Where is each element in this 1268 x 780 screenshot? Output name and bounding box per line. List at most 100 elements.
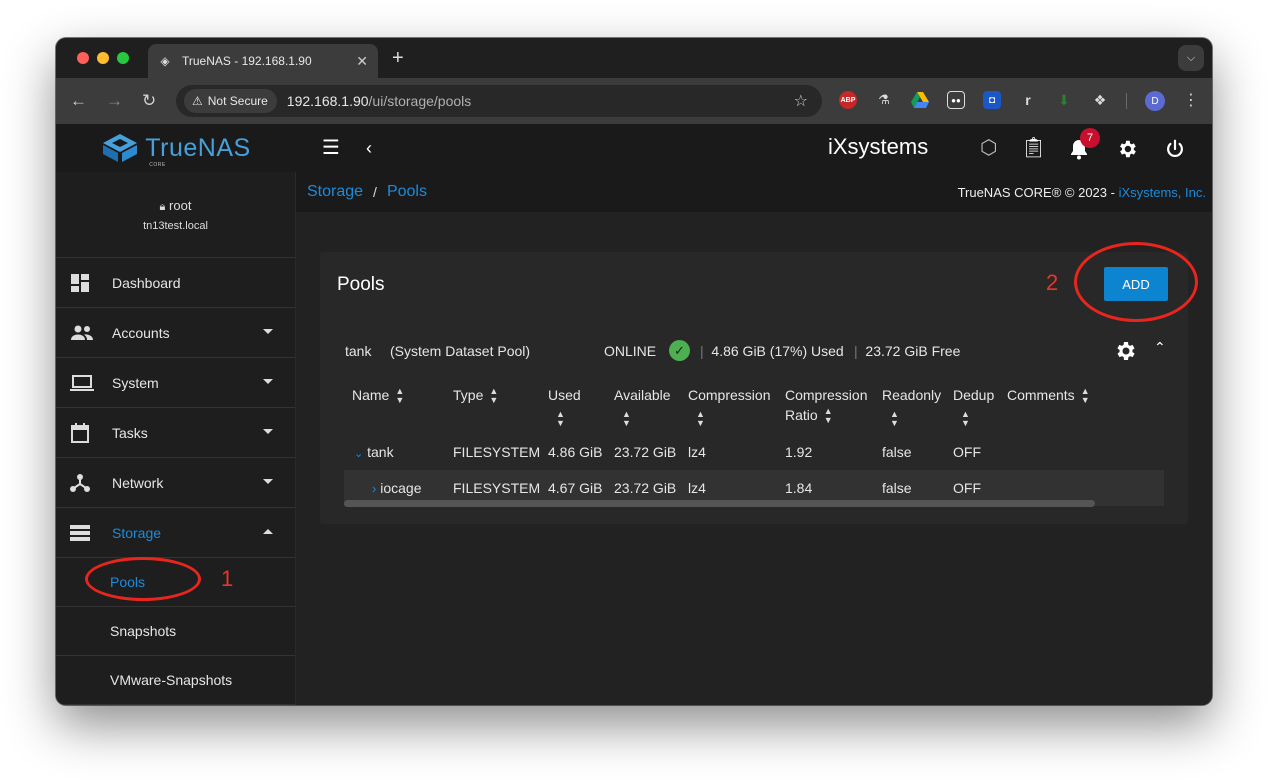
tab-title: TrueNAS - 192.168.1.90 xyxy=(182,54,312,68)
chevron-up-icon[interactable]: ⌃ xyxy=(1154,339,1166,356)
maximize-window-button[interactable] xyxy=(117,52,129,64)
sidebar-item-network[interactable]: Network xyxy=(56,458,295,508)
table-row[interactable]: ⌄ tank FILESYSTEM 4.86 GiB 23.72 GiB lz4… xyxy=(344,434,1164,470)
sidebar: 🔒︎ root tn13test.local Dashboard Account… xyxy=(56,172,296,705)
address-bar[interactable]: ⚠ Not Secure 192.168.1.90/ui/storage/poo… xyxy=(176,85,822,117)
chevron-down-icon xyxy=(263,479,273,484)
sort-icon: ▲ ▼ xyxy=(556,409,565,428)
forward-arrow-icon[interactable]: → xyxy=(106,90,123,112)
column-label-line2: Ratio xyxy=(785,407,818,423)
column-header-name[interactable]: Name ▲ ▼ xyxy=(352,385,404,405)
column-header-compression-ratio[interactable]: Compression Ratio ▲ ▼ xyxy=(785,385,867,425)
cell-available: 23.72 GiB xyxy=(614,444,677,460)
profile-avatar[interactable]: D xyxy=(1145,91,1165,111)
puzzle-extensions-icon[interactable]: ❖ xyxy=(1091,91,1109,109)
row-expand-chevron-right-icon[interactable]: › iocage xyxy=(372,480,422,496)
chevron-down-icon xyxy=(263,379,273,384)
truenas-logo-text: TrueNAS CORE xyxy=(145,134,250,168)
subitem-label: VMware-Snapshots xyxy=(110,672,233,688)
adblock-extension-icon[interactable]: ABP xyxy=(839,91,857,109)
lab-flask-extension-icon[interactable]: ⚗ xyxy=(875,91,893,109)
sidebar-subitem-snapshots[interactable]: Snapshots xyxy=(56,607,295,656)
truenas-favicon-icon: ◈ xyxy=(160,54,170,68)
browser-menu-icon[interactable]: ⋮ xyxy=(1183,90,1199,110)
r-extension-icon[interactable]: r xyxy=(1019,91,1037,109)
back-arrow-icon[interactable]: ← xyxy=(70,90,87,112)
pool-settings-gear-icon[interactable] xyxy=(1113,339,1137,363)
pool-header-row: tank (System Dataset Pool) ONLINE ✓ | 4.… xyxy=(320,322,1188,380)
truenas-app: TrueNAS CORE ☰ ‹ iXsystems ⬡ 📋︎ 7 🔒︎ roo… xyxy=(56,124,1212,705)
sidebar-subitem-pools[interactable]: Pools xyxy=(56,558,295,607)
pool-free-wrap: | 23.72 GiB Free xyxy=(854,343,960,359)
column-label: Available xyxy=(614,387,671,403)
column-label: Readonly xyxy=(882,387,942,403)
power-icon[interactable] xyxy=(1164,138,1186,160)
sidebar-item-system[interactable]: System xyxy=(56,358,295,408)
sidebar-item-tasks[interactable]: Tasks xyxy=(56,408,295,458)
ixsystems-logo[interactable]: iXsystems xyxy=(828,134,928,160)
lock-icon: 🔒︎ xyxy=(159,200,166,213)
network-icon xyxy=(70,474,90,492)
copyright-brand-link[interactable]: iXsystems, Inc. xyxy=(1119,185,1206,200)
chevron-down-icon xyxy=(263,429,273,434)
sidebar-item-dashboard[interactable]: Dashboard xyxy=(56,258,295,308)
pool-used: 4.86 GiB (17%) Used xyxy=(711,343,844,359)
browser-tab[interactable]: ◈ TrueNAS - 192.168.1.90 ✕ xyxy=(148,44,378,78)
chevron-left-icon[interactable]: ‹ xyxy=(366,137,372,159)
browser-toolbar: ← → ↻ ⚠ Not Secure 192.168.1.90/ui/stora… xyxy=(56,78,1212,124)
column-header-compression[interactable]: Compression ▲ ▼ xyxy=(688,385,770,428)
green-extension-icon[interactable]: ⬇ xyxy=(1055,91,1073,109)
chevron-up-icon xyxy=(263,529,273,534)
free-separator: | xyxy=(854,343,858,359)
sort-icon: ▲ ▼ xyxy=(823,406,833,426)
column-label: Compression xyxy=(688,387,771,403)
column-header-readonly[interactable]: Readonly ▲ ▼ xyxy=(882,385,941,428)
bookmark-star-icon[interactable]: ☆ xyxy=(794,91,808,111)
main-content: Storage / Pools TrueNAS CORE® © 2023 - i… xyxy=(296,172,1212,705)
new-tab-button[interactable]: + xyxy=(392,47,404,69)
cell-dedup: OFF xyxy=(953,480,981,496)
people-icon xyxy=(71,325,93,340)
drive-extension-icon[interactable] xyxy=(911,91,929,109)
column-label: Name xyxy=(352,387,390,403)
sidebar-item-storage[interactable]: Storage xyxy=(56,508,295,558)
annotation-number-one: 1 xyxy=(221,566,234,591)
column-header-available[interactable]: Available ▲ ▼ xyxy=(614,385,671,428)
hamburger-menu-icon[interactable]: ☰ xyxy=(322,137,340,159)
column-header-comments[interactable]: Comments ▲ ▼ xyxy=(1007,385,1090,405)
column-header-type[interactable]: Type ▲ ▼ xyxy=(453,385,498,405)
glasses-extension-icon[interactable]: ●● xyxy=(947,91,965,109)
sidebar-item-label: System xyxy=(112,374,159,391)
add-pool-button[interactable]: ADD xyxy=(1104,267,1168,301)
site-security-chip[interactable]: ⚠ Not Secure xyxy=(184,89,277,113)
table-horizontal-scrollbar[interactable] xyxy=(344,500,1095,507)
settings-gear-icon[interactable] xyxy=(1116,138,1138,160)
minimize-window-button[interactable] xyxy=(97,52,109,64)
sidebar-item-accounts[interactable]: Accounts xyxy=(56,308,295,358)
logo-area[interactable]: TrueNAS CORE xyxy=(56,124,296,172)
row-expand-chevron-down-icon[interactable]: ⌄ tank xyxy=(354,444,394,460)
column-header-dedup[interactable]: Dedup ▲ ▼ xyxy=(953,385,994,428)
tab-search-chevron-icon[interactable]: ⌵ xyxy=(1178,45,1204,71)
clipboard-tasks-icon[interactable]: 📋︎ xyxy=(1021,137,1046,159)
sort-icon: ▲ ▼ xyxy=(890,409,899,428)
column-header-used[interactable]: Used ▲ ▼ xyxy=(548,385,581,428)
cell-compression: lz4 xyxy=(688,480,706,496)
sidebar-subitem-vmware-snapshots[interactable]: VMware-Snapshots xyxy=(56,656,295,705)
close-window-button[interactable] xyxy=(77,52,89,64)
subitem-label: Snapshots xyxy=(110,623,177,639)
breadcrumb-pools[interactable]: Pools xyxy=(387,183,427,201)
sort-icon: ▲ ▼ xyxy=(1080,386,1090,406)
tab-close-icon[interactable]: ✕ xyxy=(356,53,368,70)
sidebar-item-label: Tasks xyxy=(112,424,148,441)
dashboard-icon xyxy=(71,274,89,292)
reload-icon[interactable]: ↻ xyxy=(142,90,156,112)
cell-used: 4.86 GiB xyxy=(548,444,603,460)
truecommand-icon[interactable]: ⬡ xyxy=(980,137,997,159)
shield-extension-icon[interactable]: ◘ xyxy=(983,91,1001,109)
sidebar-item-label: Network xyxy=(112,474,164,491)
breadcrumb-storage[interactable]: Storage xyxy=(307,183,363,201)
url-text: 192.168.1.90/ui/storage/pools xyxy=(287,93,471,109)
pools-card: Pools 2 ADD tank (System Dataset Pool) O… xyxy=(320,242,1198,524)
cell-ratio: 1.84 xyxy=(785,480,813,496)
